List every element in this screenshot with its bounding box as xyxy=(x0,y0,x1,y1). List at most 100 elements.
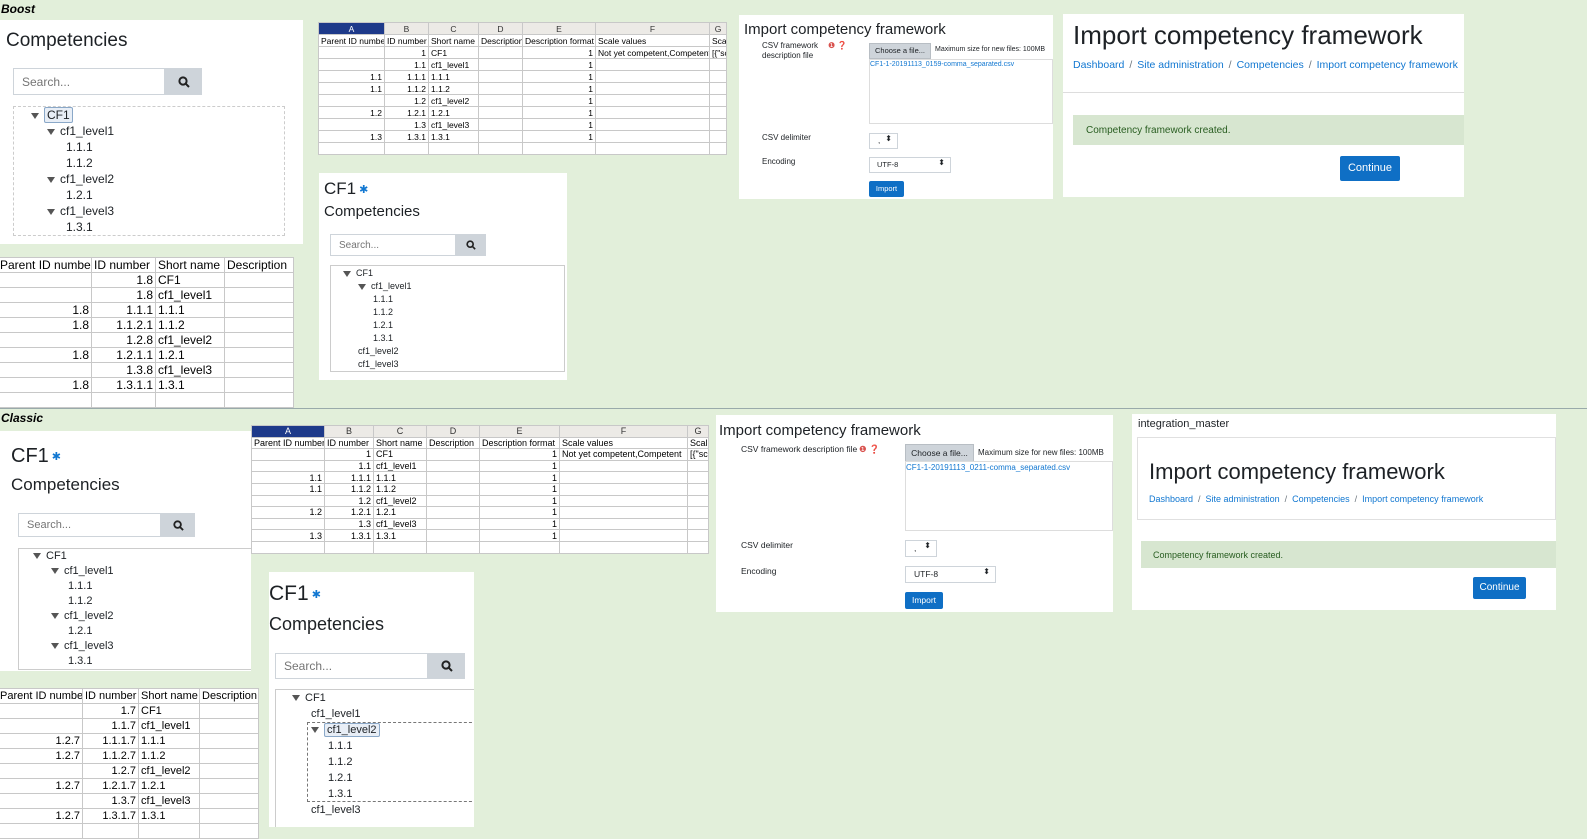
table-cell[interactable]: Description format xyxy=(522,34,596,47)
table-cell[interactable] xyxy=(318,142,385,155)
table-cell[interactable]: 1.2.1.7 xyxy=(82,778,139,794)
table-cell[interactable]: cf1_level1 xyxy=(373,459,427,473)
table-cell[interactable]: ID number xyxy=(384,34,429,47)
table-cell[interactable]: 1.1.7 xyxy=(82,718,139,734)
table-cell[interactable]: 1 xyxy=(479,459,560,473)
breadcrumb-site-admin[interactable]: Site administration xyxy=(1206,494,1280,504)
table-cell[interactable]: 1 xyxy=(522,46,596,59)
table-cell[interactable] xyxy=(709,58,727,71)
table-cell[interactable] xyxy=(595,106,710,119)
table-cell[interactable] xyxy=(199,748,259,764)
table-cell[interactable]: 1.1.2 xyxy=(384,82,429,95)
breadcrumb-import[interactable]: Import competency framework xyxy=(1362,494,1483,504)
table-cell[interactable]: Scale values xyxy=(595,34,710,47)
table-cell[interactable] xyxy=(478,46,523,59)
table-cell[interactable]: 1.3 xyxy=(324,517,374,531)
table-cell[interactable]: cf1_level1 xyxy=(138,718,200,734)
table-cell[interactable] xyxy=(373,540,427,554)
table-cell[interactable]: 1.3 xyxy=(251,529,325,542)
table-cell[interactable] xyxy=(199,823,259,839)
table-cell[interactable]: 1.1.2 xyxy=(138,748,200,764)
tree-node[interactable]: 1.1.2 xyxy=(66,156,93,170)
table-cell[interactable] xyxy=(224,392,294,408)
table-cell[interactable] xyxy=(478,106,523,119)
table-cell[interactable] xyxy=(224,347,294,363)
table-cell[interactable] xyxy=(224,302,294,318)
table-cell[interactable] xyxy=(251,459,325,473)
table-cell[interactable]: Short name xyxy=(138,688,200,704)
table-cell[interactable] xyxy=(559,529,688,542)
table-cell[interactable] xyxy=(426,540,480,554)
table-cell[interactable]: [{"sc xyxy=(709,46,727,59)
gear-icon[interactable]: ✱ xyxy=(359,184,368,196)
table-cell[interactable]: Description format xyxy=(479,436,560,450)
table-cell[interactable]: 1.3.1.7 xyxy=(82,808,139,824)
table-cell[interactable]: B xyxy=(324,425,374,438)
table-cell[interactable]: 1.1 xyxy=(324,459,374,473)
table-cell[interactable] xyxy=(709,94,727,107)
gear-icon[interactable]: ✱ xyxy=(312,589,321,601)
table-cell[interactable]: 1 xyxy=(479,517,560,531)
table-cell[interactable] xyxy=(595,82,710,95)
table-cell[interactable]: 1.1.2 xyxy=(324,482,374,496)
table-cell[interactable]: C xyxy=(428,22,479,35)
table-cell[interactable] xyxy=(82,823,139,839)
table-cell[interactable] xyxy=(199,808,259,824)
search-button[interactable] xyxy=(456,234,486,256)
table-cell[interactable]: cf1_level3 xyxy=(428,118,479,131)
table-cell[interactable]: 1 xyxy=(522,94,596,107)
table-cell[interactable]: 1.2.7 xyxy=(0,748,83,764)
table-cell[interactable]: Short name xyxy=(155,257,225,273)
table-cell[interactable]: CF1 xyxy=(373,448,427,461)
table-cell[interactable]: CF1 xyxy=(155,272,225,288)
table-cell[interactable]: 1.8 xyxy=(91,272,156,288)
table-cell[interactable] xyxy=(426,459,480,473)
table-cell[interactable] xyxy=(224,272,294,288)
gear-icon[interactable]: ✱ xyxy=(52,451,61,463)
table-cell[interactable]: 1.1.2.1 xyxy=(91,317,156,333)
table-cell[interactable]: 1.2.7 xyxy=(0,808,83,824)
table-cell[interactable]: 1 xyxy=(384,46,429,59)
table-cell[interactable]: 1 xyxy=(522,70,596,83)
table-cell[interactable]: 1.3.1.1 xyxy=(91,377,156,393)
table-cell[interactable]: 1 xyxy=(522,130,596,143)
table-cell[interactable]: 1.2.1.1 xyxy=(91,347,156,363)
help-icon[interactable]: ❓ xyxy=(837,41,847,50)
choose-file-button[interactable]: Choose a file... xyxy=(869,43,931,59)
table-cell[interactable] xyxy=(687,471,709,484)
table-cell[interactable] xyxy=(91,392,156,408)
tree-node-level1[interactable]: cf1_level1 xyxy=(358,281,412,291)
table-cell[interactable] xyxy=(559,517,688,531)
search-input[interactable] xyxy=(275,653,428,679)
table-cell[interactable]: 1.1 xyxy=(384,58,429,71)
tree-node-level2[interactable]: cf1_level2 xyxy=(47,172,114,186)
table-cell[interactable] xyxy=(426,448,480,461)
search-input[interactable] xyxy=(18,513,161,537)
table-cell[interactable]: 1.2.7 xyxy=(0,733,83,749)
table-cell[interactable] xyxy=(318,46,385,59)
table-cell[interactable] xyxy=(155,392,225,408)
table-cell[interactable]: 1.2.1 xyxy=(384,106,429,119)
table-cell[interactable]: Parent ID number xyxy=(318,34,385,47)
table-cell[interactable] xyxy=(426,517,480,531)
table-cell[interactable]: cf1_level2 xyxy=(155,332,225,348)
table-cell[interactable]: cf1_level2 xyxy=(428,94,479,107)
table-cell[interactable] xyxy=(687,517,709,531)
table-cell[interactable]: 1.1.1 xyxy=(138,733,200,749)
tree-node-level1[interactable]: cf1_level1 xyxy=(47,124,114,138)
table-cell[interactable] xyxy=(428,142,479,155)
tree-node-level2[interactable]: cf1_level2 xyxy=(311,723,380,737)
table-cell[interactable]: 1.1.1.7 xyxy=(82,733,139,749)
table-cell[interactable] xyxy=(709,142,727,155)
table-cell[interactable] xyxy=(478,118,523,131)
table-cell[interactable]: Parent ID number xyxy=(251,436,325,450)
encoding-select[interactable]: UTF-8 ⬍ xyxy=(869,157,951,173)
table-cell[interactable] xyxy=(199,763,259,779)
table-cell[interactable] xyxy=(478,142,523,155)
table-cell[interactable]: 1.3.1 xyxy=(373,529,427,542)
table-cell[interactable]: F xyxy=(595,22,710,35)
tree-node-level3[interactable]: cf1_level3 xyxy=(47,204,114,218)
table-cell[interactable] xyxy=(595,58,710,71)
table-cell[interactable]: 1.2 xyxy=(324,494,374,508)
table-cell[interactable] xyxy=(0,703,83,719)
